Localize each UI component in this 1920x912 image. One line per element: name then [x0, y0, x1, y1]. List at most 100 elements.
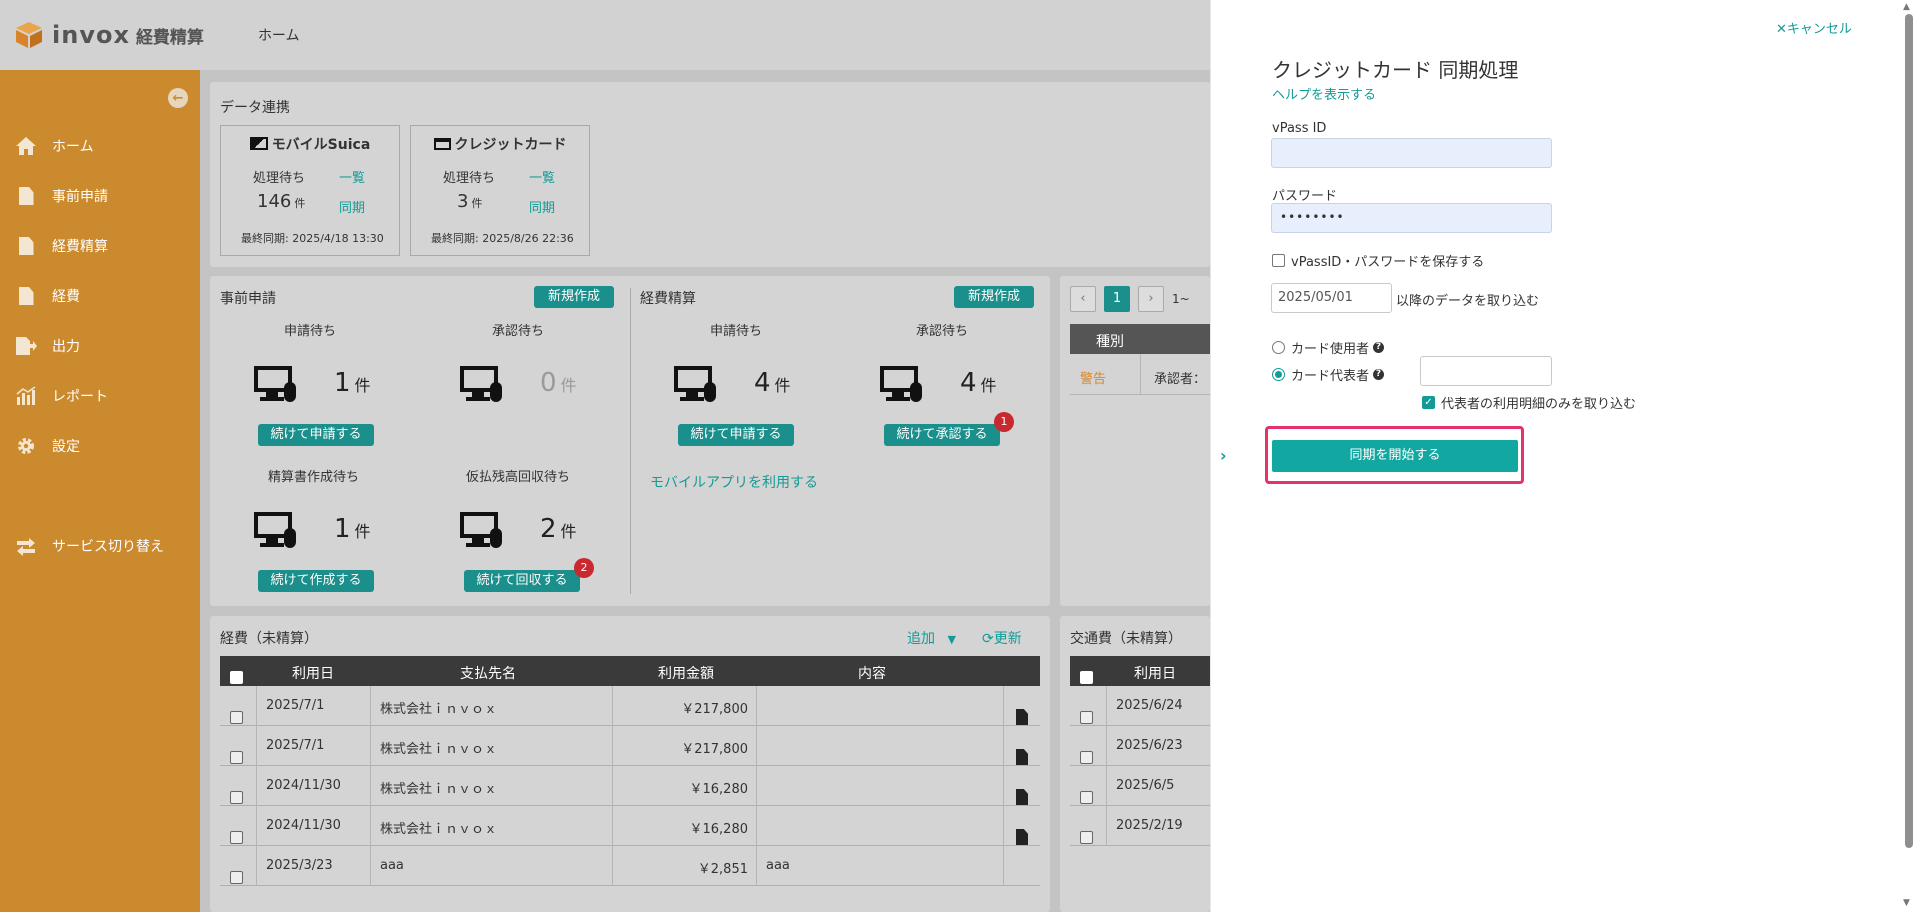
app-logo[interactable]: invox 経費精算 [14, 20, 204, 50]
suica-title-text: モバイルSuica [271, 137, 371, 153]
checkbox-box[interactable] [1272, 254, 1285, 267]
mobile-app-link[interactable]: モバイルアプリを利用する [650, 472, 818, 492]
table-row[interactable]: 2025/2/19 [1070, 806, 1210, 846]
drawer-scrollbar[interactable] [1905, 14, 1913, 848]
sidebar-item-home[interactable]: ホーム [0, 126, 200, 166]
suica-list-link[interactable]: 一覧 [339, 167, 365, 186]
table-row[interactable]: 2025/3/23 aaa ￥2,851 aaa [220, 846, 1040, 886]
sidebar-item-label: 出力 [52, 339, 80, 355]
suica-pending-label: 処理待ち [253, 171, 306, 186]
rep-only-checkbox[interactable]: ✓ 代表者の利用明細のみを取り込む [1422, 393, 1636, 412]
monitor-icon [254, 512, 296, 550]
column-date: 利用日 [292, 666, 334, 682]
add-expense-dropdown[interactable]: 追加 ▼ [907, 628, 956, 648]
table-row[interactable]: 2024/11/30 株式会社ｉｎｖｏｘ ￥16,280 [220, 766, 1040, 806]
credit-count: 3件 [457, 191, 483, 212]
switch-icon [14, 536, 38, 556]
table-row[interactable]: 2025/6/24 [1070, 686, 1210, 726]
credit-list-link[interactable]: 一覧 [529, 167, 555, 186]
pre-app-apply-button[interactable]: 続けて申請する [258, 424, 374, 446]
suica-sync-link[interactable]: 同期 [339, 197, 365, 216]
transport-title: 交通費（未精算） [1070, 631, 1182, 647]
row-date: 2024/11/30 [266, 818, 341, 833]
expense-settle-new-button[interactable]: 新規作成 [954, 286, 1034, 308]
alerts-table-header: 種別 [1070, 324, 1210, 354]
sidebar-item-export[interactable]: 出力 [0, 326, 200, 366]
column-content: 内容 [858, 666, 886, 682]
settle-approve-button[interactable]: 続けて承認する [884, 424, 1000, 446]
card-user-radio[interactable]: カード使用者 ? [1272, 338, 1385, 357]
approve-badge: 1 [994, 412, 1014, 432]
radio-button[interactable] [1272, 368, 1285, 381]
card-user-label: カード使用者 [1291, 342, 1370, 357]
card-representative-radio[interactable]: カード代表者 ? [1272, 365, 1385, 384]
drawer-collapse-chevron-icon[interactable]: › [1220, 446, 1227, 465]
workflow-panel: 事前申請 新規作成 申請待ち 1件 続けて申請する 承認待ち 0件 精算書作成待… [210, 276, 1050, 606]
settle-apply-button[interactable]: 続けて申請する [678, 424, 794, 446]
sidebar-item-pre-application[interactable]: 事前申請 [0, 176, 200, 216]
password-input[interactable]: •••••••• [1271, 203, 1552, 233]
sidebar-item-label: レポート [52, 389, 108, 405]
credit-last-sync: 最終同期: 2025/8/26 22:36 [431, 232, 574, 245]
approver-label: 承認者： [1154, 372, 1207, 387]
credit-sync-link[interactable]: 同期 [529, 197, 555, 216]
row-amount: ￥16,280 [689, 822, 749, 837]
sidebar-item-report[interactable]: レポート [0, 376, 200, 416]
pre-app-collect-button[interactable]: 続けて回収する [464, 570, 580, 592]
cancel-link[interactable]: ✕キャンセル [1776, 18, 1852, 37]
logo-text: invox [52, 21, 130, 49]
gear-icon [14, 436, 38, 456]
credit-title-text: クレジットカード [454, 137, 567, 153]
pre-app-new-button[interactable]: 新規作成 [534, 286, 614, 308]
page-1-button[interactable]: 1 [1104, 286, 1130, 312]
help-question-icon[interactable]: ? [1373, 369, 1385, 380]
row-date: 2025/6/23 [1116, 738, 1183, 753]
sidebar-item-service-switch[interactable]: サービス切り替え [0, 526, 200, 566]
chart-icon [14, 386, 38, 406]
table-row[interactable]: 2025/7/1 株式会社ｉｎｖｏｘ ￥217,800 [220, 726, 1040, 766]
row-divider [1070, 394, 1210, 395]
scroll-down-icon[interactable]: ▼ [1903, 898, 1910, 908]
monitor-icon [460, 512, 502, 550]
sidebar-item-label: 設定 [52, 439, 80, 455]
pre-app-apply-label: 申請待ち [284, 324, 337, 339]
sidebar-item-label: ホーム [52, 139, 94, 155]
start-sync-button[interactable]: 同期を開始する [1272, 440, 1518, 472]
pre-app-apply-count: 1件 [334, 368, 371, 398]
suica-card: モバイルSuica 処理待ち 一覧 146 件 同期 最終同期: 2025/4/1… [220, 125, 400, 256]
alerts-panel: ‹ 1 › 1~ 種別 警告 承認者： [1060, 276, 1210, 606]
main-content: データ連携 モバイルSuica 処理待ち 一覧 146 件 同期 最終同期: 20… [200, 70, 1210, 912]
sidebar-item-expense-settlement[interactable]: 経費精算 [0, 226, 200, 266]
row-date: 2024/11/30 [266, 778, 341, 793]
radio-button[interactable] [1272, 341, 1285, 354]
table-row[interactable]: 2025/7/1 株式会社ｉｎｖｏｘ ￥217,800 [220, 686, 1040, 726]
vpass-id-input[interactable] [1271, 138, 1552, 168]
prev-page-icon[interactable]: ‹ [1070, 286, 1096, 312]
help-question-icon[interactable]: ? [1373, 342, 1385, 353]
table-row[interactable]: 2024/11/30 株式会社ｉｎｖｏｘ ￥16,280 [220, 806, 1040, 846]
help-link[interactable]: ヘルプを表示する [1272, 84, 1376, 103]
sidebar-item-settings[interactable]: 設定 [0, 426, 200, 466]
suica-card-title: モバイルSuica [221, 134, 399, 154]
pre-app-create-button[interactable]: 続けて作成する [258, 570, 374, 592]
next-page-icon[interactable]: › [1138, 286, 1164, 312]
row-date: 2025/6/24 [1116, 698, 1183, 713]
monitor-icon [460, 366, 502, 404]
start-date-input[interactable]: 2025/05/01 [1271, 283, 1392, 313]
warning-label: 警告 [1080, 372, 1107, 387]
rep-only-label: 代表者の利用明細のみを取り込む [1441, 397, 1637, 412]
save-credentials-checkbox[interactable]: vPassID・パスワードを保存する [1272, 251, 1484, 270]
row-amount: ￥217,800 [681, 702, 748, 717]
row-payee: 株式会社ｉｎｖｏｘ [380, 742, 498, 757]
collapse-sidebar-icon[interactable]: ← [168, 88, 188, 108]
table-row[interactable]: 2025/6/5 [1070, 766, 1210, 806]
scroll-up-icon[interactable]: ▲ [1903, 2, 1910, 12]
panel-divider [630, 288, 631, 594]
header-home-link[interactable]: ホーム [258, 25, 300, 45]
refresh-button[interactable]: ⟳更新 [982, 628, 1022, 648]
representative-input[interactable] [1420, 356, 1552, 386]
checkbox-checked[interactable]: ✓ [1422, 396, 1435, 409]
sidebar-item-expenses[interactable]: 経費 [0, 276, 200, 316]
table-row[interactable]: 2025/6/23 [1070, 726, 1210, 766]
date-suffix-label: 以降のデータを取り込む [1396, 294, 1540, 309]
